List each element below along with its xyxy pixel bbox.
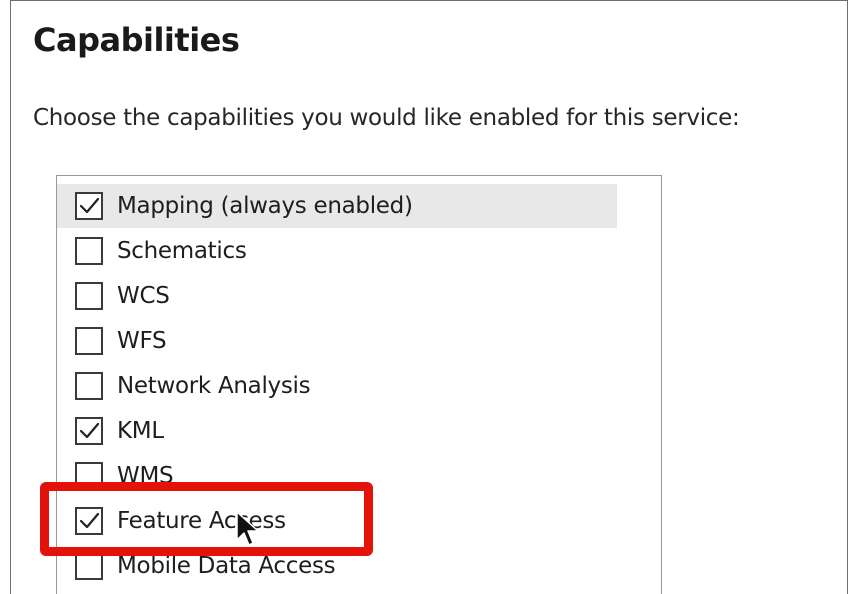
- capability-label: Mobile Data Access: [117, 553, 336, 579]
- capability-item-wfs[interactable]: WFS: [57, 319, 167, 363]
- capability-label: WFS: [117, 328, 167, 354]
- capability-label: Network Analysis: [117, 373, 311, 399]
- capability-item-mapping[interactable]: Mapping (always enabled): [57, 184, 617, 228]
- checkbox[interactable]: [75, 282, 103, 310]
- capability-label: Feature Access: [117, 508, 286, 534]
- checkmark-icon: [79, 512, 100, 529]
- checkbox[interactable]: [75, 192, 103, 220]
- capability-label: Mapping (always enabled): [117, 193, 413, 219]
- checkbox[interactable]: [75, 327, 103, 355]
- capability-label: WCS: [117, 283, 170, 309]
- checkbox[interactable]: [75, 417, 103, 445]
- checkmark-icon: [79, 197, 100, 214]
- checkbox[interactable]: [75, 552, 103, 580]
- capabilities-panel: Capabilities Choose the capabilities you…: [10, 0, 848, 594]
- checkbox[interactable]: [75, 237, 103, 265]
- capability-label: WMS: [117, 463, 174, 489]
- section-heading: Capabilities: [33, 21, 240, 59]
- capability-item-network-analysis[interactable]: Network Analysis: [57, 364, 311, 408]
- checkbox[interactable]: [75, 507, 103, 535]
- instructions-text: Choose the capabilities you would like e…: [33, 105, 740, 131]
- capability-item-wcs[interactable]: WCS: [57, 274, 170, 318]
- checkbox[interactable]: [75, 372, 103, 400]
- capabilities-list[interactable]: Mapping (always enabled) Schematics WCS …: [56, 175, 662, 594]
- capability-label: Schematics: [117, 238, 247, 264]
- capability-item-schematics[interactable]: Schematics: [57, 229, 247, 273]
- checkmark-icon: [79, 422, 100, 439]
- capability-item-mobile-data-access[interactable]: Mobile Data Access: [57, 544, 336, 588]
- capability-item-kml[interactable]: KML: [57, 409, 164, 453]
- capability-item-feature-access[interactable]: Feature Access: [57, 499, 286, 543]
- checkbox[interactable]: [75, 462, 103, 490]
- capability-item-wms[interactable]: WMS: [57, 454, 174, 498]
- capability-label: KML: [117, 418, 164, 444]
